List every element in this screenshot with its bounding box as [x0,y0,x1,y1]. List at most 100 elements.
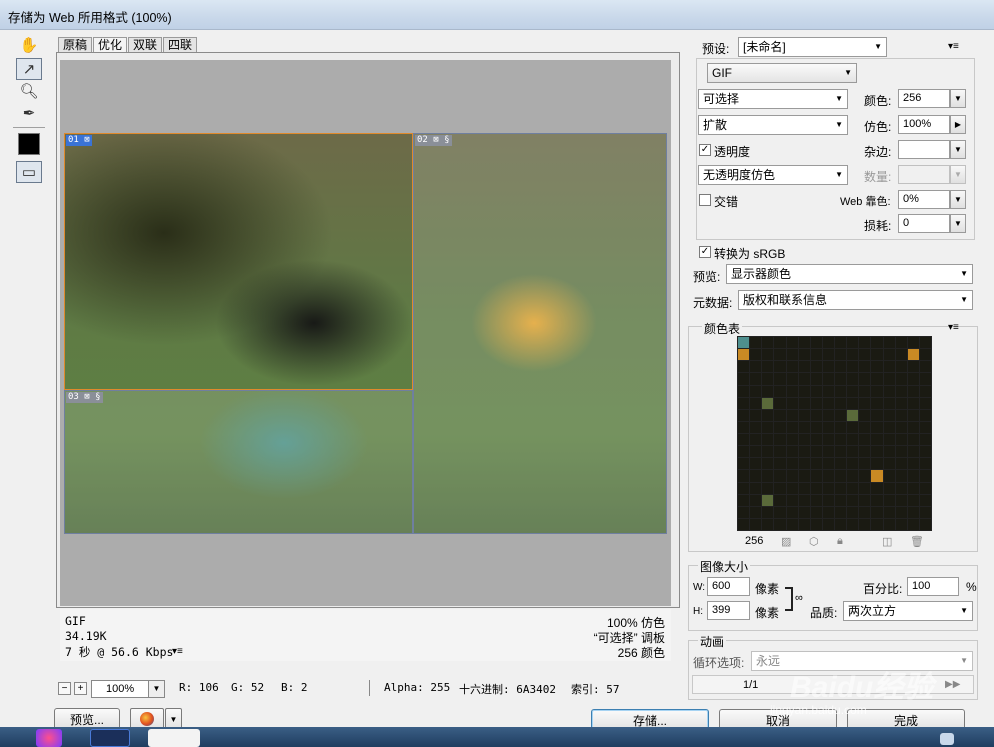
preview-mode-select[interactable]: 显示器颜色 ▼ [726,264,973,284]
palette-swatch[interactable] [822,494,834,506]
palette-swatch[interactable] [822,446,834,458]
palette-swatch[interactable] [762,397,774,409]
palette-swatch[interactable] [847,373,859,385]
palette-swatch[interactable] [798,458,810,470]
toggle-slices-icon[interactable]: ▭ [16,161,42,183]
dither-field[interactable]: 100% [898,115,950,134]
colors-field[interactable]: 256 [898,89,950,108]
palette-swatch[interactable] [750,337,762,349]
palette-swatch[interactable] [762,385,774,397]
palette-swatch[interactable] [798,337,810,349]
palette-swatch[interactable] [871,506,883,518]
web-snap-field[interactable]: 0% [898,190,950,209]
last-frame-icon[interactable]: ▶▶ [945,679,960,690]
palette-swatch[interactable] [822,361,834,373]
palette-swatch[interactable] [835,337,847,349]
palette-swatch[interactable] [750,506,762,518]
slice-select-tool-icon[interactable]: ↗ [16,58,42,80]
palette-swatch[interactable] [835,506,847,518]
palette-swatch[interactable] [907,458,919,470]
palette-swatch[interactable] [810,446,822,458]
palette-swatch[interactable] [774,482,786,494]
palette-swatch[interactable] [883,397,895,409]
palette-swatch[interactable] [919,397,931,409]
tab-original[interactable]: 原稿 [58,37,93,53]
palette-swatch[interactable] [919,361,931,373]
palette-swatch[interactable] [895,397,907,409]
palette-swatch[interactable] [835,349,847,361]
palette-swatch[interactable] [786,494,798,506]
format-select[interactable]: GIF ▼ [707,63,857,83]
lock-color-icon[interactable]: 🔒︎ [837,535,843,548]
palette-swatch[interactable] [919,446,931,458]
palette-swatch[interactable] [883,373,895,385]
palette-swatch[interactable] [750,494,762,506]
palette-swatch[interactable] [738,434,750,446]
palette-swatch[interactable] [871,518,883,530]
palette-swatch[interactable] [738,421,750,433]
palette-swatch[interactable] [883,385,895,397]
palette-swatch[interactable] [762,373,774,385]
palette-swatch[interactable] [859,421,871,433]
palette-swatch[interactable] [871,409,883,421]
eyedropper-tool-icon[interactable]: ✒ [16,102,42,124]
tray-icon[interactable] [940,733,954,745]
palette-swatch[interactable] [798,409,810,421]
palette-swatch[interactable] [738,470,750,482]
palette-swatch[interactable] [919,385,931,397]
palette-swatch[interactable] [774,518,786,530]
palette-swatch[interactable] [738,349,750,361]
palette-swatch[interactable] [750,434,762,446]
palette-swatch[interactable] [810,434,822,446]
palette-swatch[interactable] [859,518,871,530]
palette-swatch[interactable] [738,482,750,494]
palette-swatch[interactable] [907,385,919,397]
quality-select[interactable]: 两次立方 ▼ [843,601,973,621]
palette-swatch[interactable] [750,482,762,494]
palette-swatch[interactable] [859,506,871,518]
palette-swatch[interactable] [738,409,750,421]
palette-swatch[interactable] [750,470,762,482]
palette-swatch[interactable] [798,397,810,409]
palette-swatch[interactable] [810,337,822,349]
palette-swatch[interactable] [774,446,786,458]
palette-swatch[interactable] [786,385,798,397]
palette-swatch[interactable] [907,397,919,409]
palette-swatch[interactable] [750,409,762,421]
palette-swatch[interactable] [738,458,750,470]
palette-swatch[interactable] [859,361,871,373]
palette-swatch[interactable] [810,421,822,433]
color-reduction-select[interactable]: 可选择 ▼ [698,89,848,109]
palette-swatch[interactable] [847,349,859,361]
palette-swatch[interactable] [810,518,822,530]
palette-swatch[interactable] [871,397,883,409]
interlaced-checkbox[interactable] [699,194,711,206]
palette-swatch[interactable] [810,482,822,494]
palette-swatch[interactable] [822,397,834,409]
palette-swatch[interactable] [919,421,931,433]
palette-swatch[interactable] [750,385,762,397]
palette-swatch[interactable] [895,409,907,421]
palette-swatch[interactable] [847,421,859,433]
palette-swatch[interactable] [786,361,798,373]
palette-swatch[interactable] [822,458,834,470]
palette-swatch[interactable] [798,482,810,494]
palette-swatch[interactable] [883,349,895,361]
palette-swatch[interactable] [895,494,907,506]
palette-swatch[interactable] [907,409,919,421]
palette-swatch[interactable] [810,409,822,421]
palette-swatch[interactable] [786,518,798,530]
palette-swatch[interactable] [835,470,847,482]
palette-swatch[interactable] [738,385,750,397]
palette-swatch[interactable] [883,506,895,518]
palette-swatch[interactable] [750,458,762,470]
palette-swatch[interactable] [810,397,822,409]
palette-swatch[interactable] [919,494,931,506]
zoom-tool-icon[interactable]: 🔍︎ [16,80,42,102]
palette-swatch[interactable] [822,385,834,397]
palette-swatch[interactable] [810,349,822,361]
palette-swatch[interactable] [750,349,762,361]
palette-swatch[interactable] [907,337,919,349]
palette-swatch[interactable] [835,458,847,470]
palette-swatch[interactable] [859,337,871,349]
